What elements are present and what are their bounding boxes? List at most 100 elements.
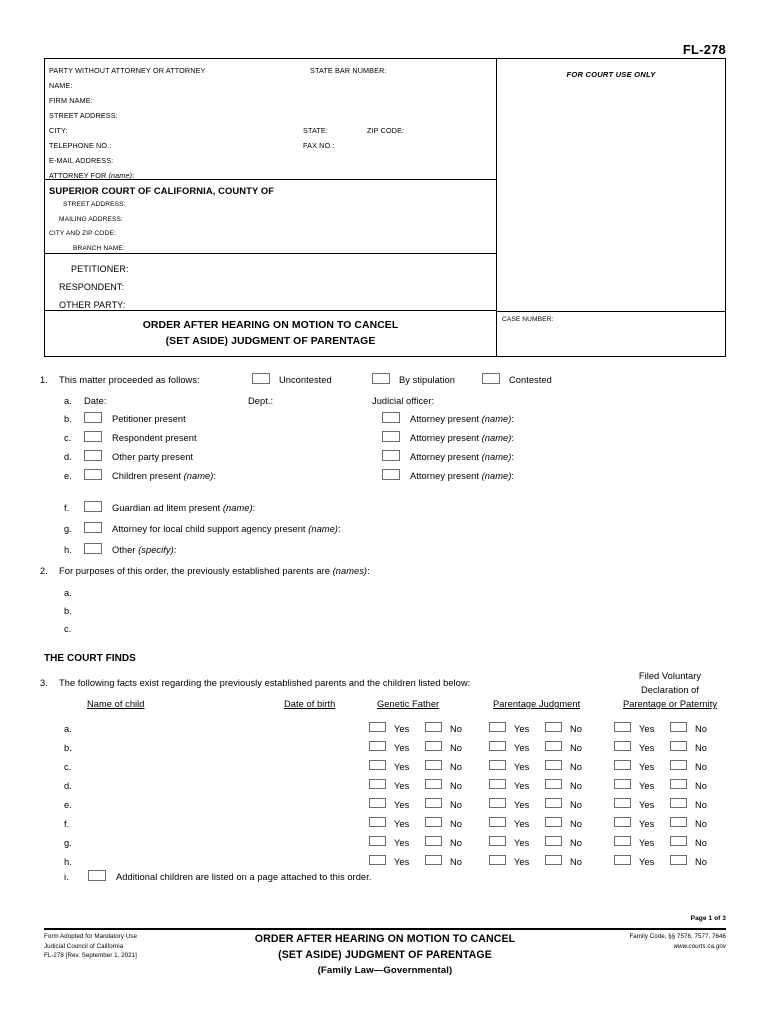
checkbox-voluntary-declaration-no[interactable] [670, 817, 687, 827]
checkbox-children-present[interactable] [84, 469, 102, 480]
label-parentage-judgment-yes: Yes [514, 724, 530, 734]
item1a-judicial-officer-label: Judicial officer: [372, 396, 435, 406]
label-parentage-judgment-no: No [570, 743, 582, 753]
checkbox-parentage-judgment-yes[interactable] [489, 855, 506, 865]
label-voluntary-declaration-yes: Yes [639, 743, 655, 753]
checkbox-other-party-present[interactable] [84, 450, 102, 461]
form-page: FL-278 PARTY WITHOUT ATTORNEY OR ATTORNE… [0, 0, 770, 1024]
checkbox-parentage-judgment-yes[interactable] [489, 798, 506, 808]
checkbox-genetic-father-no[interactable] [425, 798, 442, 808]
checkbox-voluntary-declaration-yes[interactable] [614, 836, 631, 846]
col-header-name-of-child: Name of child [87, 699, 145, 709]
label-petitioner-present: Petitioner present [112, 414, 186, 424]
checkbox-lcsa-attorney-present[interactable] [84, 522, 102, 533]
checkbox-parentage-judgment-no[interactable] [545, 779, 562, 789]
checkbox-attorney-present-d[interactable] [382, 450, 400, 461]
checkbox-parentage-judgment-yes[interactable] [489, 722, 506, 732]
label-genetic-father-no: No [450, 781, 462, 791]
checkbox-uncontested[interactable] [252, 373, 270, 384]
checkbox-genetic-father-no[interactable] [425, 779, 442, 789]
court-finds-heading: THE COURT FINDS [44, 653, 136, 664]
checkbox-parentage-judgment-no[interactable] [545, 722, 562, 732]
label-voluntary-declaration-no: No [695, 724, 707, 734]
label-additional-children-attached: Additional children are listed on a page… [116, 872, 372, 882]
checkbox-voluntary-declaration-yes[interactable] [614, 722, 631, 732]
checkbox-parentage-judgment-no[interactable] [545, 798, 562, 808]
checkbox-attorney-present-c[interactable] [382, 431, 400, 442]
checkbox-genetic-father-yes[interactable] [369, 836, 386, 846]
lcsa-text: Attorney for local child support agency … [112, 524, 309, 534]
checkbox-genetic-father-no[interactable] [425, 760, 442, 770]
checkbox-voluntary-declaration-no[interactable] [670, 779, 687, 789]
document-title-block: ORDER AFTER HEARING ON MOTION TO CANCEL … [45, 311, 496, 356]
checkbox-voluntary-declaration-no[interactable] [670, 722, 687, 732]
label-voluntary-declaration-no: No [695, 819, 707, 829]
checkbox-parentage-judgment-no[interactable] [545, 855, 562, 865]
label-genetic-father-no: No [450, 743, 462, 753]
checkbox-parentage-judgment-no[interactable] [545, 760, 562, 770]
item2-row-c: c. [64, 624, 72, 634]
checkbox-genetic-father-no[interactable] [425, 817, 442, 827]
label-genetic-father-yes: Yes [394, 781, 410, 791]
party-without-attorney-label: PARTY WITHOUT ATTORNEY OR ATTORNEY [49, 66, 206, 75]
attorney-present-text-e: Attorney present [410, 471, 482, 481]
checkbox-parentage-judgment-yes[interactable] [489, 741, 506, 751]
checkbox-parentage-judgment-yes[interactable] [489, 779, 506, 789]
checkbox-genetic-father-yes[interactable] [369, 817, 386, 827]
checkbox-parentage-judgment-no[interactable] [545, 741, 562, 751]
checkbox-genetic-father-yes[interactable] [369, 722, 386, 732]
caption-left-column: PARTY WITHOUT ATTORNEY OR ATTORNEY STATE… [45, 59, 497, 356]
checkbox-guardian-ad-litem-present[interactable] [84, 501, 102, 512]
checkbox-voluntary-declaration-yes[interactable] [614, 855, 631, 865]
checkbox-respondent-present[interactable] [84, 431, 102, 442]
label-voluntary-declaration-yes: Yes [639, 781, 655, 791]
guardian-text: Guardian ad litem present [112, 503, 223, 513]
checkbox-parentage-judgment-no[interactable] [545, 836, 562, 846]
checkbox-parentage-judgment-yes[interactable] [489, 836, 506, 846]
item2-row-b: b. [64, 606, 72, 616]
label-parentage-judgment-yes: Yes [514, 743, 530, 753]
checkbox-voluntary-declaration-yes[interactable] [614, 798, 631, 808]
checkbox-genetic-father-yes[interactable] [369, 760, 386, 770]
checkbox-by-stipulation[interactable] [372, 373, 390, 384]
checkbox-voluntary-declaration-yes[interactable] [614, 760, 631, 770]
label-voluntary-declaration-yes: Yes [639, 724, 655, 734]
children-present-colon: : [213, 471, 217, 481]
checkbox-other-specify[interactable] [84, 543, 102, 554]
checkbox-genetic-father-no[interactable] [425, 855, 442, 865]
guardian-hint: (name) [222, 503, 253, 513]
item2-colon: : [367, 566, 370, 576]
checkbox-genetic-father-no[interactable] [425, 741, 442, 751]
lcsa-hint: (name) [308, 524, 338, 534]
checkbox-genetic-father-yes[interactable] [369, 741, 386, 751]
item3-row-letter: d. [64, 781, 72, 791]
checkbox-voluntary-declaration-no[interactable] [670, 760, 687, 770]
checkbox-petitioner-present[interactable] [84, 412, 102, 423]
checkbox-voluntary-declaration-no[interactable] [670, 855, 687, 865]
label-parentage-judgment-no: No [570, 781, 582, 791]
checkbox-genetic-father-no[interactable] [425, 722, 442, 732]
checkbox-parentage-judgment-no[interactable] [545, 817, 562, 827]
checkbox-voluntary-declaration-yes[interactable] [614, 779, 631, 789]
checkbox-contested[interactable] [482, 373, 500, 384]
checkbox-additional-children-attached[interactable] [88, 870, 106, 881]
checkbox-voluntary-declaration-no[interactable] [670, 741, 687, 751]
checkbox-voluntary-declaration-yes[interactable] [614, 817, 631, 827]
checkbox-voluntary-declaration-no[interactable] [670, 836, 687, 846]
label-parentage-judgment-yes: Yes [514, 781, 530, 791]
checkbox-voluntary-declaration-yes[interactable] [614, 741, 631, 751]
checkbox-attorney-present-b[interactable] [382, 412, 400, 423]
checkbox-parentage-judgment-yes[interactable] [489, 817, 506, 827]
checkbox-parentage-judgment-yes[interactable] [489, 760, 506, 770]
checkbox-voluntary-declaration-no[interactable] [670, 798, 687, 808]
attorney-present-hint-e: (name) [481, 471, 512, 481]
checkbox-attorney-present-e[interactable] [382, 469, 400, 480]
label-parentage-judgment-no: No [570, 800, 582, 810]
checkbox-genetic-father-yes[interactable] [369, 855, 386, 865]
item1e-letter: e. [64, 471, 72, 481]
checkbox-genetic-father-yes[interactable] [369, 798, 386, 808]
attorney-present-hint-d: (name) [481, 452, 512, 462]
footer-website-line[interactable]: www.courts.ca.gov [629, 942, 726, 952]
checkbox-genetic-father-no[interactable] [425, 836, 442, 846]
checkbox-genetic-father-yes[interactable] [369, 779, 386, 789]
